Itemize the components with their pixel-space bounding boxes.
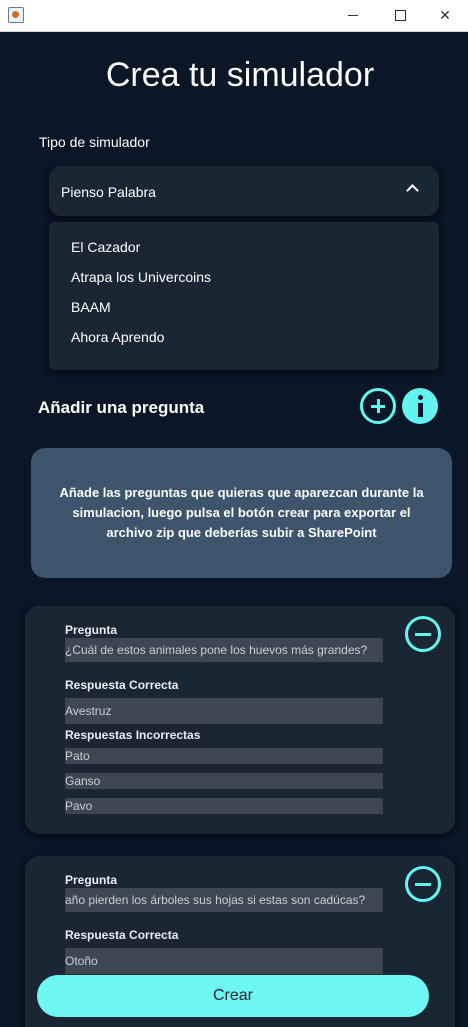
incorrect-answer-field[interactable]: Ganso — [65, 773, 383, 789]
info-icon[interactable] — [402, 388, 438, 424]
question-field[interactable]: ¿Cuál de estos animales pone los huevos … — [65, 638, 383, 662]
combobox-selected-value: Pienso Palabra — [61, 184, 156, 200]
question-label: Pregunta — [65, 623, 118, 637]
simulator-type-dropdown: El Cazador Atrapa los Univercoins BAAM A… — [49, 222, 439, 370]
info-text: Añade las preguntas que quieras que apar… — [59, 485, 424, 540]
java-app-icon — [8, 7, 24, 23]
create-button[interactable]: Crear — [37, 975, 429, 1017]
maximize-icon[interactable] — [377, 0, 423, 31]
incorrect-answers-label: Respuestas Incorrectas — [65, 728, 201, 742]
remove-question-icon[interactable] — [405, 616, 441, 652]
dropdown-option-baam[interactable]: BAAM — [71, 299, 111, 315]
dropdown-option-atrapa-univercoins[interactable]: Atrapa los Univercoins — [71, 269, 211, 285]
page-title: Crea tu simulador — [105, 56, 375, 94]
incorrect-answer-field[interactable]: Pato — [65, 748, 383, 764]
question-card: Pregunta ¿Cuál de estos animales pone lo… — [25, 606, 455, 834]
dropdown-option-el-cazador[interactable]: El Cazador — [71, 239, 140, 255]
main-panel: Crea tu simulador Tipo de simulador Pien… — [0, 32, 468, 1027]
correct-answer-label: Respuesta Correcta — [65, 678, 179, 692]
incorrect-answer-field[interactable]: Pavo — [65, 798, 383, 814]
chevron-up-icon[interactable] — [406, 184, 419, 197]
question-field[interactable]: año pierden los árboles sus hojas si est… — [65, 888, 383, 912]
correct-answer-field[interactable]: Avestruz — [65, 698, 383, 724]
window-titlebar: ✕ — [0, 0, 468, 32]
simulator-type-label: Tipo de simulador — [39, 134, 150, 150]
question-label: Pregunta — [65, 873, 118, 887]
dropdown-option-ahora-aprendo[interactable]: Ahora Aprendo — [71, 329, 164, 345]
close-icon[interactable]: ✕ — [422, 0, 468, 31]
info-panel: Añade las preguntas que quieras que apar… — [31, 448, 452, 578]
correct-answer-label: Respuesta Correcta — [65, 928, 179, 942]
add-question-icon[interactable] — [360, 388, 396, 424]
simulator-type-combobox[interactable]: Pienso Palabra — [49, 166, 439, 216]
add-question-label: Añadir una pregunta — [38, 398, 205, 417]
minimize-icon[interactable] — [330, 0, 376, 31]
correct-answer-field[interactable]: Otoño — [65, 948, 383, 974]
remove-question-icon[interactable] — [405, 866, 441, 902]
